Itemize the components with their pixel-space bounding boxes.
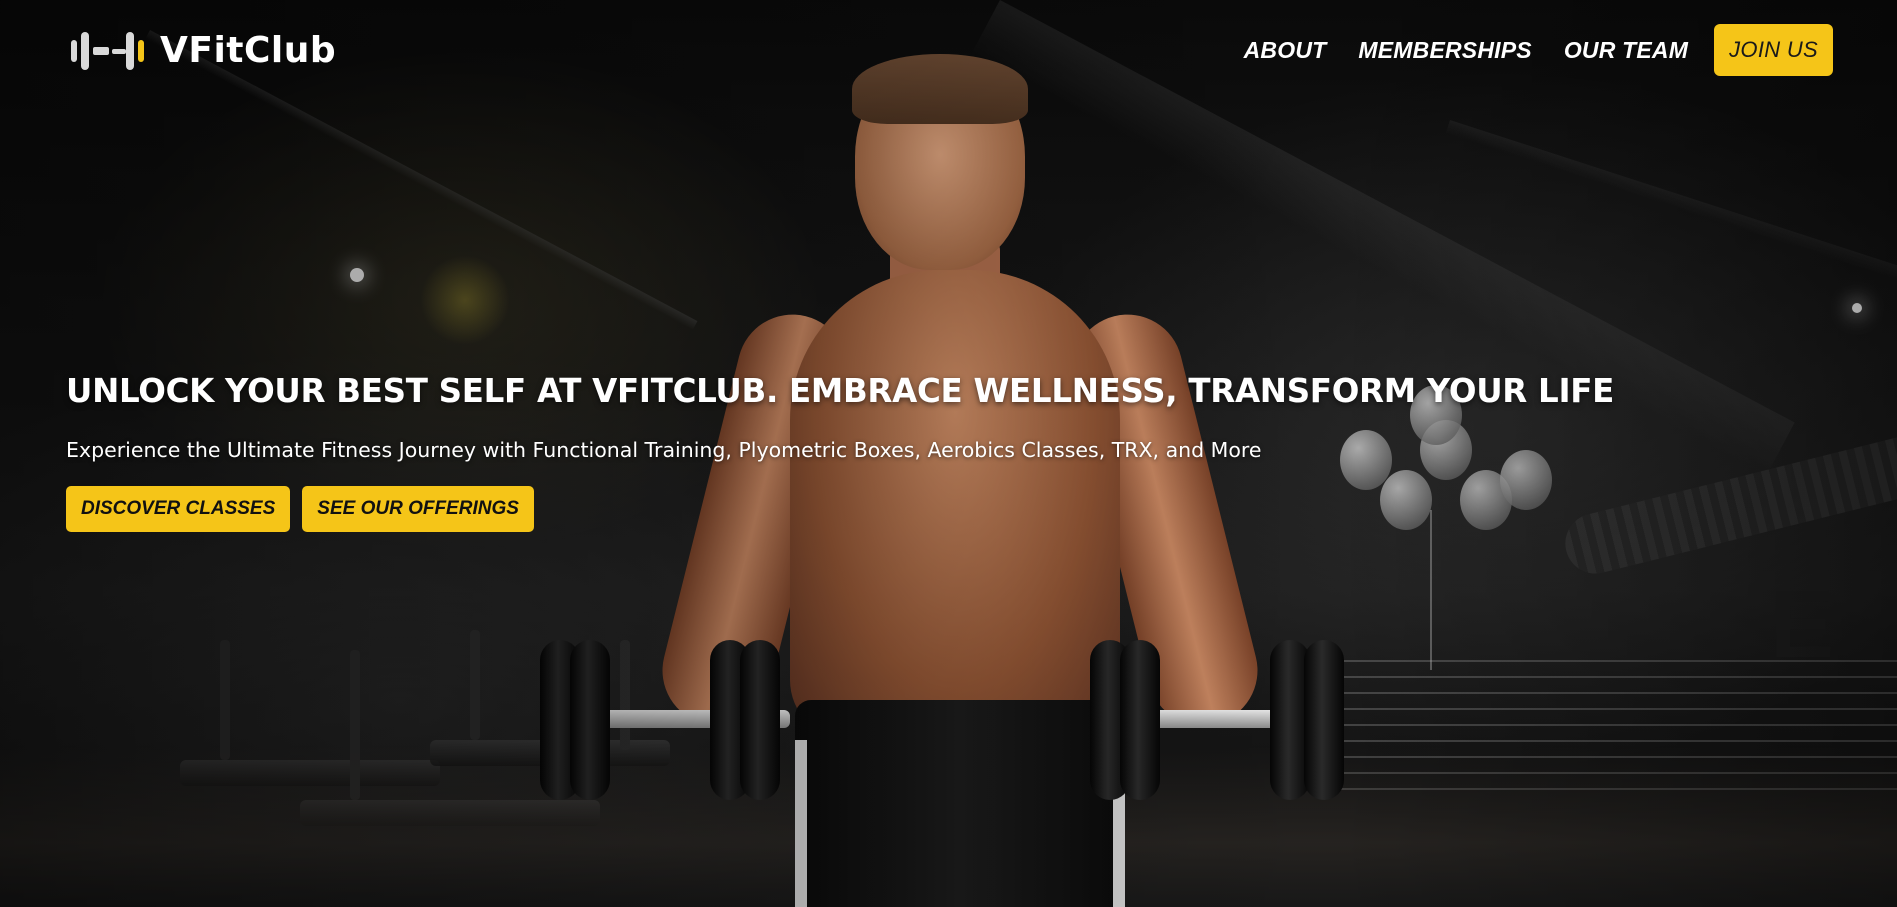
brand-name: VFitClub	[160, 30, 337, 71]
see-our-offerings-button[interactable]: SEE OUR OFFERINGS	[302, 486, 534, 532]
hero-title: UNLOCK YOUR BEST SELF AT VFITCLUB. EMBRA…	[66, 372, 1615, 410]
nav-item-our-team[interactable]: OUR TEAM	[1564, 37, 1688, 64]
nav-item-memberships[interactable]: MEMBERSHIPS	[1358, 37, 1531, 64]
hero-content: UNLOCK YOUR BEST SELF AT VFITCLUB. EMBRA…	[66, 372, 1615, 532]
hero-cta-group: DISCOVER CLASSES SEE OUR OFFERINGS	[66, 486, 1566, 532]
hero-subtitle: Experience the Ultimate Fitness Journey …	[66, 438, 1262, 462]
discover-classes-button[interactable]: DISCOVER CLASSES	[66, 486, 291, 532]
brand-logo-link[interactable]: VFitClub	[68, 30, 336, 72]
dumbbell-logo-icon	[71, 32, 144, 70]
site-header: VFitClub ABOUT MEMBERSHIPS OUR TEAM JOIN…	[0, 0, 1897, 100]
join-us-button[interactable]: JOIN US	[1714, 24, 1833, 76]
nav-item-about[interactable]: ABOUT	[1244, 37, 1327, 64]
main-nav: ABOUT MEMBERSHIPS OUR TEAM JOIN US	[1244, 24, 1833, 76]
